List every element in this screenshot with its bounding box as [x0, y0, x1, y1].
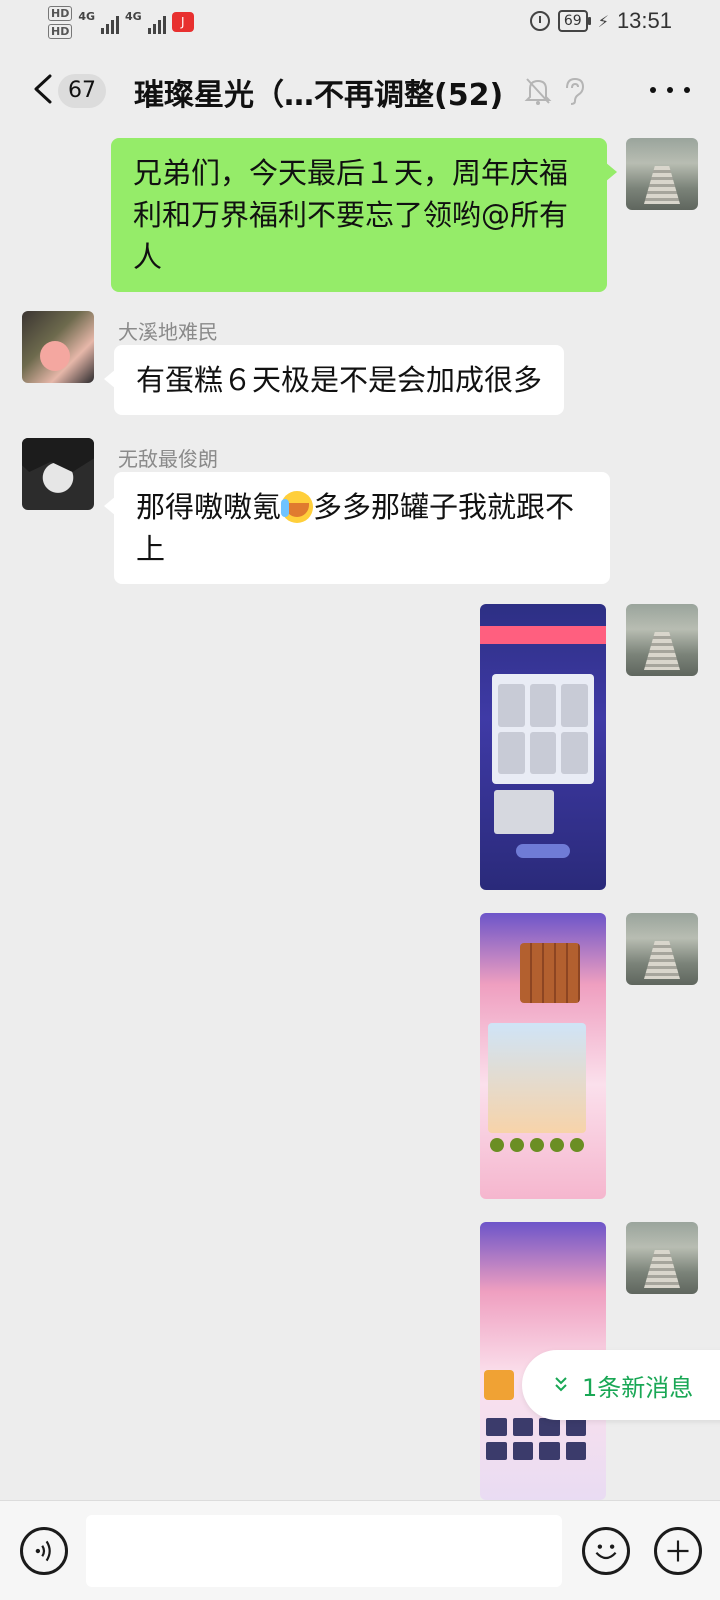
status-right: 69 ⚡ 13:51 — [529, 8, 672, 34]
image-check-row — [490, 1138, 590, 1154]
image-character-card — [488, 1023, 586, 1133]
message-bubble-self[interactable]: 兄弟们，今天最后１天，周年庆福利和万界福利不要忘了领哟@所有人 — [111, 138, 617, 292]
battery-indicator: 69 — [557, 10, 591, 32]
status-left: HD HD 4G 4G J — [48, 6, 194, 39]
image-gift-box — [520, 943, 580, 1003]
app-notification-icon: J — [171, 12, 194, 32]
hd-indicators: HD HD — [48, 6, 73, 39]
image-message-game-reward-screen[interactable] — [480, 604, 606, 890]
self-avatar[interactable] — [626, 604, 698, 676]
network-type-1: 4G — [78, 10, 96, 23]
message-bubble-other[interactable]: 有蛋糕６天极是不是会加成很多 — [103, 345, 565, 415]
status-time: 13:51 — [616, 8, 672, 33]
image-message-game-event-screen[interactable] — [480, 913, 606, 1199]
chat-header: 67 璀璨星光（…不再调整(52) — [0, 48, 720, 134]
hd-badge-2: HD — [48, 24, 73, 39]
self-avatar[interactable] — [626, 138, 698, 210]
input-bar — [0, 1500, 720, 1600]
double-chevron-down-icon — [554, 1376, 568, 1394]
more-functions-plus-icon[interactable] — [654, 1527, 702, 1575]
image-reward-grid — [492, 674, 594, 784]
sender-avatar[interactable] — [22, 311, 94, 383]
new-message-button[interactable]: 1条新消息 — [522, 1350, 720, 1420]
message-text-before-emoji: 那得嗷嗷氪 — [136, 490, 282, 524]
back-icon[interactable] — [32, 74, 54, 104]
message-text: 有蛋糕６天极是不是会加成很多 — [136, 363, 543, 397]
voice-input-icon[interactable] — [20, 1527, 68, 1575]
hd-badge-1: HD — [48, 6, 73, 21]
mute-notifications-icon — [524, 76, 552, 106]
self-avatar[interactable] — [626, 1222, 698, 1294]
new-message-label: 1条新消息 — [582, 1374, 694, 1402]
message-text: 兄弟们，今天最后１天，周年庆福利和万界福利不要忘了领哟@所有人 — [133, 156, 569, 274]
sender-name: 无敌最俊朗 — [118, 447, 218, 471]
image-button — [516, 844, 570, 858]
message-bubble-other[interactable]: 那得嗷嗷氪 多多那罐子我就跟不上 — [104, 472, 610, 584]
signal-strength-icon-2 — [147, 12, 166, 34]
charging-icon: ⚡ — [597, 11, 609, 31]
loudly-crying-face-icon — [281, 491, 314, 523]
sender-name: 大溪地难民 — [118, 320, 218, 344]
image-tab-strip — [480, 626, 606, 644]
network-type-2: 4G — [125, 10, 142, 23]
image-item-thumbnails — [486, 1418, 586, 1460]
signal-strength-icon — [101, 12, 120, 34]
self-avatar[interactable] — [626, 913, 698, 985]
emoji-icon[interactable] — [582, 1527, 630, 1575]
image-chest — [484, 1370, 514, 1400]
earpiece-mode-icon — [562, 76, 586, 106]
chat-title: 璀璨星光（…不再调整(52) — [134, 78, 504, 113]
more-options-icon[interactable] — [650, 78, 690, 102]
image-reward-item — [494, 790, 554, 834]
alarm-icon — [529, 11, 550, 31]
message-input[interactable] — [86, 1515, 562, 1587]
status-bar: HD HD 4G 4G J 69 ⚡ 13:51 — [0, 0, 720, 48]
unread-count-badge[interactable]: 67 — [58, 74, 106, 108]
sender-avatar[interactable] — [22, 438, 94, 510]
